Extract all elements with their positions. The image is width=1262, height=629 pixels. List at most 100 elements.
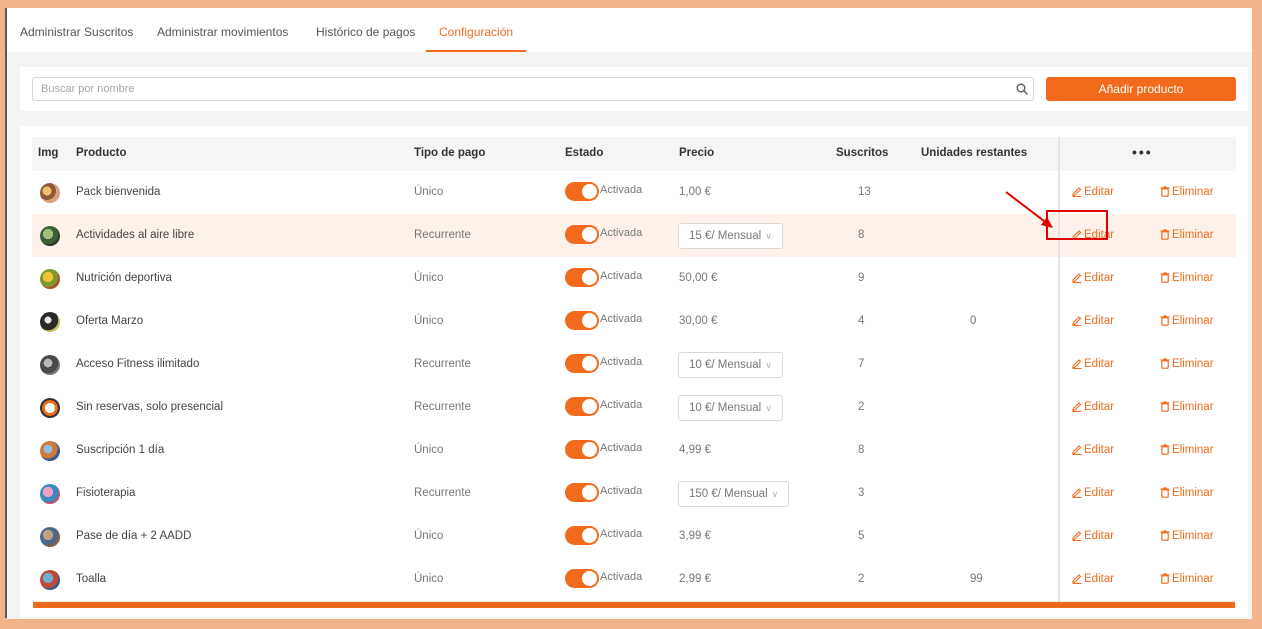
product-image xyxy=(40,570,60,590)
product-image xyxy=(40,398,60,418)
edit-label: Editar xyxy=(1084,315,1115,327)
status-toggle[interactable] xyxy=(565,354,599,373)
toggle-knob xyxy=(582,442,597,457)
trash-icon xyxy=(1160,186,1170,197)
delete-button[interactable]: Eliminar xyxy=(1160,530,1214,542)
edit-button[interactable]: Editar xyxy=(1072,272,1114,284)
payment-type: Recurrente xyxy=(414,229,471,241)
product-name: Sin reservas, solo presencial xyxy=(76,401,224,413)
status-toggle[interactable] xyxy=(565,268,599,287)
edit-button[interactable]: Editar xyxy=(1072,444,1114,456)
trash-icon xyxy=(1160,401,1170,412)
payment-type: Único xyxy=(414,186,444,198)
pencil-icon xyxy=(1072,445,1082,455)
product-image xyxy=(40,441,60,461)
delete-label: Eliminar xyxy=(1172,315,1214,327)
product-name: Pack bienvenida xyxy=(76,186,161,198)
product-name: Oferta Marzo xyxy=(76,315,144,327)
status-toggle[interactable] xyxy=(565,526,599,545)
delete-label: Eliminar xyxy=(1172,358,1214,370)
toggle-knob xyxy=(582,356,597,371)
status-toggle[interactable] xyxy=(565,483,599,502)
status-toggle[interactable] xyxy=(565,182,599,201)
delete-button[interactable]: Eliminar xyxy=(1160,358,1214,370)
subscribers-count: 4 xyxy=(858,315,865,327)
tab-configuracion[interactable]: Configuración xyxy=(439,25,513,39)
payment-type: Único xyxy=(414,530,444,542)
toggle-knob xyxy=(582,485,597,500)
edit-label: Editar xyxy=(1084,272,1115,284)
pencil-icon xyxy=(1072,359,1082,369)
header-remaining-units: Unidades restantes xyxy=(921,147,1028,159)
active-tab-indicator xyxy=(426,50,526,52)
annotation-arrow-icon xyxy=(1005,191,1053,228)
edit-button[interactable]: Editar xyxy=(1072,186,1114,198)
tab-administrar-movimientos[interactable]: Administrar movimientos xyxy=(157,25,288,39)
price-value: 15 €/ Mensual xyxy=(689,230,762,242)
toggle-knob xyxy=(582,528,597,543)
product-name: Nutrición deportiva xyxy=(76,272,172,284)
status-label: Activada xyxy=(600,571,643,583)
pencil-icon xyxy=(1072,187,1082,197)
tab-historico-pagos[interactable]: Histórico de pagos xyxy=(316,25,415,39)
toggle-knob xyxy=(582,313,597,328)
edit-button[interactable]: Editar xyxy=(1072,358,1114,370)
tab-administrar-suscritos[interactable]: Administrar Suscritos xyxy=(20,25,133,39)
delete-button[interactable]: Eliminar xyxy=(1160,401,1214,413)
products-table: Img Producto Tipo de pago Estado Precio … xyxy=(20,126,1248,619)
edit-label: Editar xyxy=(1084,573,1115,585)
status-label: Activada xyxy=(600,399,643,411)
more-options-icon[interactable]: ••• xyxy=(1132,144,1153,160)
pencil-icon xyxy=(1072,531,1082,541)
edit-button[interactable]: Editar xyxy=(1072,487,1114,499)
frame-top xyxy=(0,0,1262,8)
delete-button[interactable]: Eliminar xyxy=(1160,272,1214,284)
trash-icon xyxy=(1160,315,1170,326)
delete-button[interactable]: Eliminar xyxy=(1160,315,1214,327)
product-image xyxy=(40,269,60,289)
edit-button[interactable]: Editar xyxy=(1072,573,1114,585)
status-toggle[interactable] xyxy=(565,569,599,588)
toggle-knob xyxy=(582,184,597,199)
subscribers-count: 8 xyxy=(858,229,865,241)
trash-icon xyxy=(1160,530,1170,541)
delete-button[interactable]: Eliminar xyxy=(1160,229,1214,241)
table-row: Fisioterapia Recurrente Activada 150 €/ … xyxy=(32,472,1236,516)
price-select[interactable]: 150 €/ Mensual ∨ xyxy=(678,481,790,507)
add-product-button[interactable]: Añadir producto xyxy=(1046,77,1236,101)
delete-button[interactable]: Eliminar xyxy=(1160,573,1214,585)
price-select[interactable]: 10 €/ Mensual ∨ xyxy=(678,395,783,421)
trash-icon xyxy=(1160,272,1170,283)
pencil-icon xyxy=(1072,316,1082,326)
subscribers-count: 7 xyxy=(858,358,865,370)
status-toggle[interactable] xyxy=(565,397,599,416)
product-name: Actividades al aire libre xyxy=(76,229,195,241)
chevron-down-icon: ∨ xyxy=(765,360,772,370)
delete-button[interactable]: Eliminar xyxy=(1160,186,1214,198)
product-name: Acceso Fitness ilimitado xyxy=(76,358,200,370)
header-status: Estado xyxy=(565,147,604,159)
price-value: 2,99 € xyxy=(679,573,711,585)
remaining-units: 0 xyxy=(970,315,977,327)
search-icon[interactable] xyxy=(1015,82,1029,96)
pencil-icon xyxy=(1072,574,1082,584)
frame-bottom xyxy=(0,619,1262,629)
edit-button[interactable]: Editar xyxy=(1072,530,1114,542)
product-name: Pase de día + 2 AADD xyxy=(76,530,192,542)
status-toggle[interactable] xyxy=(565,225,599,244)
table-row: Nutrición deportiva Único Activada 50,00… xyxy=(32,257,1236,301)
price-select[interactable]: 10 €/ Mensual ∨ xyxy=(678,352,783,378)
delete-button[interactable]: Eliminar xyxy=(1160,487,1214,499)
product-name: Suscripción 1 día xyxy=(76,444,165,456)
header-payment-type: Tipo de pago xyxy=(414,147,486,159)
product-image xyxy=(40,527,60,547)
table-row: Pase de día + 2 AADD Único Activada 3,99… xyxy=(32,515,1236,559)
edit-button[interactable]: Editar xyxy=(1072,315,1114,327)
price-select[interactable]: 15 €/ Mensual ∨ xyxy=(678,223,783,249)
status-toggle[interactable] xyxy=(565,440,599,459)
status-toggle[interactable] xyxy=(565,311,599,330)
product-image xyxy=(40,226,60,246)
delete-button[interactable]: Eliminar xyxy=(1160,444,1214,456)
search-input[interactable] xyxy=(41,78,991,100)
edit-button[interactable]: Editar xyxy=(1072,401,1114,413)
